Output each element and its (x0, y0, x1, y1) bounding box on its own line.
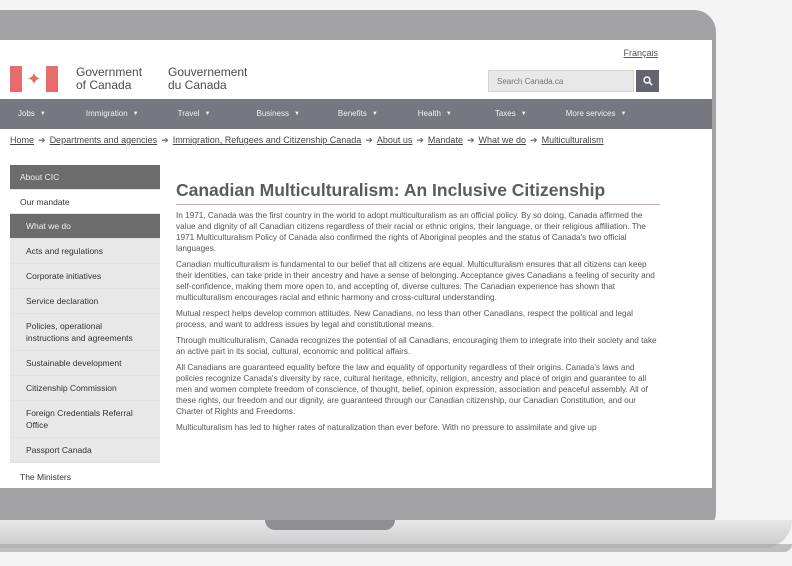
search-input[interactable] (488, 70, 634, 92)
wordmark-en-line2: of Canada (76, 78, 132, 92)
breadcrumb-arrow-icon: ➔ (466, 135, 475, 145)
sidebar-item-citizenship-commission[interactable]: Citizenship Commission (10, 376, 160, 401)
sidebar-item-corporate-initiatives[interactable]: Corporate initiatives (10, 264, 160, 289)
nav-item-taxes[interactable]: Taxes ▼ (495, 99, 527, 129)
content-paragraph: Through multiculturalism, Canada recogni… (176, 336, 657, 356)
sidebar-item-what-we-do[interactable]: What we do (10, 214, 160, 239)
page-title: Canadian Multiculturalism: An Inclusive … (176, 180, 660, 205)
nav-item-immigration[interactable]: Immigration ▼ (86, 99, 139, 129)
search-button[interactable] (636, 70, 659, 92)
nav-item-jobs[interactable]: Jobs ▼ (18, 99, 46, 129)
breadcrumb-multiculturalism[interactable]: Multiculturalism (542, 135, 604, 145)
nav-item-business[interactable]: Business ▼ (257, 99, 300, 129)
main-nav: Jobs ▼ Immigration ▼ Travel ▼ Business ▼ Ben… (0, 99, 712, 129)
breadcrumb-arrow-icon: ➔ (365, 135, 373, 145)
laptop-shadow (0, 544, 792, 552)
breadcrumb-arrow-icon: ➔ (416, 135, 424, 145)
chevron-down-icon: ▼ (132, 111, 139, 117)
sidebar-nav: About CIC Our mandate What we do Acts an… (10, 165, 160, 488)
chevron-down-icon: ▼ (520, 111, 527, 117)
nav-item-benefits[interactable]: Benefits ▼ (338, 99, 378, 129)
language-toggle-link[interactable]: Français (623, 48, 658, 58)
laptop-notch (265, 520, 395, 530)
wordmark-fr-line2: du Canada (168, 78, 227, 92)
nav-item-more-services[interactable]: More services ▼ (566, 99, 627, 129)
sidebar-item-our-mandate[interactable]: Our mandate (10, 190, 160, 214)
content-paragraph: Canadian multiculturalism is fundamental… (176, 260, 655, 302)
wordmark-english: Government of Canada (76, 66, 142, 92)
breadcrumb-arrow-icon: ➔ (530, 135, 538, 145)
content-paragraph: Multiculturalism has led to higher rates… (176, 423, 597, 432)
chevron-down-icon: ▼ (445, 111, 452, 117)
breadcrumb-arrow-icon: ➔ (38, 135, 46, 145)
search-icon (642, 76, 653, 86)
breadcrumb-what-we-do[interactable]: What we do (479, 135, 527, 145)
sidebar-item-service-declaration[interactable]: Service declaration (10, 289, 160, 314)
nav-item-travel[interactable]: Travel ▼ (178, 99, 211, 129)
browser-screen: Français ✦ Government of Canada Gouverne… (0, 40, 712, 488)
content-paragraph: All Canadians are guaranteed equality be… (176, 363, 648, 416)
chevron-down-icon: ▼ (204, 111, 211, 117)
chevron-down-icon: ▼ (39, 111, 46, 117)
breadcrumb-about-us[interactable]: About us (377, 135, 413, 145)
sidebar-item-policies[interactable]: Policies, operational instructions and a… (10, 314, 160, 351)
chevron-down-icon: ▼ (371, 111, 378, 117)
breadcrumb-home[interactable]: Home (10, 135, 34, 145)
main-content: Canadian Multiculturalism: An Inclusive … (176, 180, 660, 433)
sidebar-item-passport-canada[interactable]: Passport Canada (10, 438, 160, 463)
nav-item-health[interactable]: Health ▼ (418, 99, 452, 129)
content-paragraph: Mutual respect helps develop common atti… (176, 309, 633, 329)
content-paragraph: In 1971, Canada was the first country in… (176, 211, 646, 253)
sidebar-heading-about-cic[interactable]: About CIC (10, 165, 160, 190)
sidebar-item-sustainable-development[interactable]: Sustainable development (10, 351, 160, 376)
sidebar-item-acts-regulations[interactable]: Acts and regulations (10, 239, 160, 264)
breadcrumb-arrow-icon: ➔ (161, 135, 169, 145)
breadcrumb-ircc[interactable]: Immigration, Refugees and Citizenship Ca… (173, 135, 362, 145)
breadcrumb-departments[interactable]: Departments and agencies (50, 135, 158, 145)
chevron-down-icon: ▼ (620, 111, 627, 117)
sidebar-item-foreign-credentials[interactable]: Foreign Credentials Referral Office (10, 401, 160, 438)
sidebar-item-the-ministers[interactable]: The Ministers (10, 463, 160, 488)
wordmark-french: Gouvernement du Canada (168, 66, 247, 92)
chevron-down-icon: ▼ (293, 111, 300, 117)
breadcrumb-mandate[interactable]: Mandate (428, 135, 463, 145)
canada-flag-icon: ✦ (10, 66, 58, 92)
breadcrumb: Home ➔ Departments and agencies ➔ Immigratio… (10, 135, 604, 146)
